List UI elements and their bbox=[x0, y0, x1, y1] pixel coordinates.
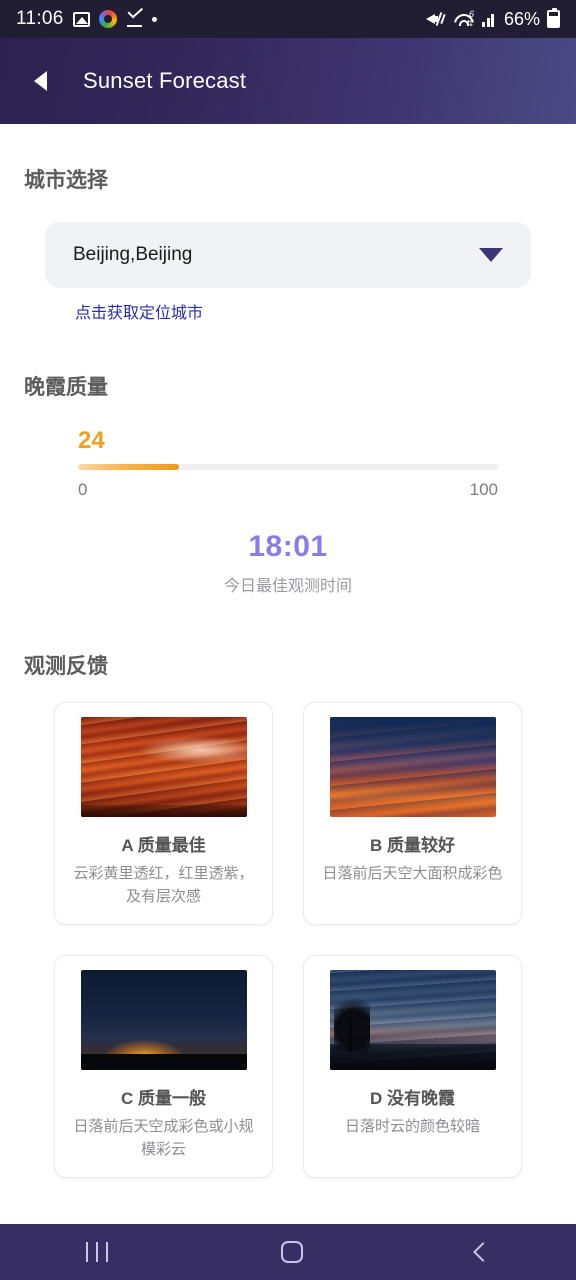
feedback-card-d[interactable]: D 没有晚霞 日落时云的颜色较暗 bbox=[303, 955, 522, 1178]
feedback-card-desc: 日落前后天空成彩色或小规模彩云 bbox=[73, 1118, 254, 1158]
feedback-card-title: C 质量一般 bbox=[121, 1089, 206, 1108]
feedback-card-a[interactable]: A 质量最佳 云彩黄里透红，红里透紫，及有层次感 bbox=[54, 702, 273, 925]
locate-city-link[interactable]: 点击获取定位城市 bbox=[75, 299, 531, 323]
feedback-section-heading: 观测反馈 bbox=[24, 655, 108, 678]
recents-icon[interactable] bbox=[86, 1242, 109, 1262]
page-title: Sunset Forecast bbox=[83, 68, 247, 93]
photos-icon bbox=[72, 11, 90, 27]
back-icon[interactable] bbox=[472, 1242, 493, 1262]
main-content: 城市选择 Beijing,Beijing 点击获取定位城市 晚霞质量 24 0 … bbox=[0, 124, 576, 1224]
status-bar-left: 11:06 bbox=[16, 8, 157, 30]
quality-progress-track bbox=[78, 464, 498, 470]
city-select-wrapper: Beijing,Beijing 点击获取定位城市 bbox=[45, 222, 531, 323]
feedback-card-desc: 日落前后天空大面积成彩色 bbox=[322, 865, 503, 882]
check-icon bbox=[126, 11, 143, 27]
feedback-card-title: D 没有晚霞 bbox=[370, 1089, 455, 1108]
chevron-down-icon bbox=[479, 248, 503, 262]
quality-scale-min: 0 bbox=[78, 480, 88, 499]
quality-progress-fill bbox=[78, 464, 179, 470]
tree-silhouette bbox=[333, 990, 370, 1052]
android-nav-bar bbox=[0, 1224, 576, 1280]
back-arrow-icon[interactable] bbox=[34, 71, 47, 91]
quality-scale-max: 100 bbox=[469, 480, 498, 499]
home-icon[interactable] bbox=[280, 1241, 303, 1263]
quality-scale: 0 100 bbox=[78, 480, 498, 500]
quality-section-heading: 晚霞质量 bbox=[24, 376, 108, 399]
feedback-card-title: B 质量较好 bbox=[370, 836, 455, 855]
app-bar: Sunset Forecast bbox=[0, 38, 576, 124]
feedback-card-b[interactable]: B 质量较好 日落前后天空大面积成彩色 bbox=[303, 702, 522, 925]
feedback-card-desc: 云彩黄里透红，红里透紫，及有层次感 bbox=[73, 865, 254, 905]
status-bar: 11:06 6 ⇅ 66% bbox=[0, 0, 576, 38]
quality-value: 24 bbox=[78, 427, 105, 454]
mute-icon bbox=[425, 11, 446, 27]
status-time: 11:06 bbox=[16, 8, 64, 29]
status-bar-right: 6 ⇅ 66% bbox=[425, 8, 560, 30]
dot-icon bbox=[151, 16, 157, 22]
city-select-value: Beijing,Beijing bbox=[73, 244, 193, 265]
best-time-label: 今日最佳观测时间 bbox=[223, 578, 352, 595]
signal-icon bbox=[480, 12, 497, 27]
feedback-card-c[interactable]: C 质量一般 日落前后天空成彩色或小规模彩云 bbox=[54, 955, 273, 1178]
city-select[interactable]: Beijing,Beijing bbox=[45, 222, 531, 288]
sunset-image-a bbox=[80, 717, 247, 817]
battery-icon bbox=[547, 8, 560, 28]
battery-percent: 66% bbox=[503, 8, 540, 29]
phone-screen: 11:06 6 ⇅ 66% Sunset Forecast 城市选择 Beiji… bbox=[0, 0, 576, 1280]
sunset-image-d bbox=[329, 970, 496, 1070]
feedback-card-title: A 质量最佳 bbox=[121, 836, 206, 855]
feedback-card-grid: A 质量最佳 云彩黄里透红，红里透紫，及有层次感 B 质量较好 日落前后天空大面… bbox=[54, 702, 522, 1178]
city-section-heading: 城市选择 bbox=[24, 169, 108, 192]
sunset-image-c bbox=[80, 970, 247, 1070]
sunset-image-b bbox=[329, 717, 496, 817]
best-time-block: 18:01 今日最佳观测时间 bbox=[0, 530, 576, 596]
chrome-icon bbox=[98, 10, 117, 28]
feedback-card-desc: 日落时云的颜色较暗 bbox=[344, 1118, 480, 1135]
wifi-icon: 6 ⇅ bbox=[453, 10, 474, 28]
quality-bar-block: 24 0 100 bbox=[78, 427, 498, 500]
best-time-value: 18:01 bbox=[248, 530, 328, 563]
